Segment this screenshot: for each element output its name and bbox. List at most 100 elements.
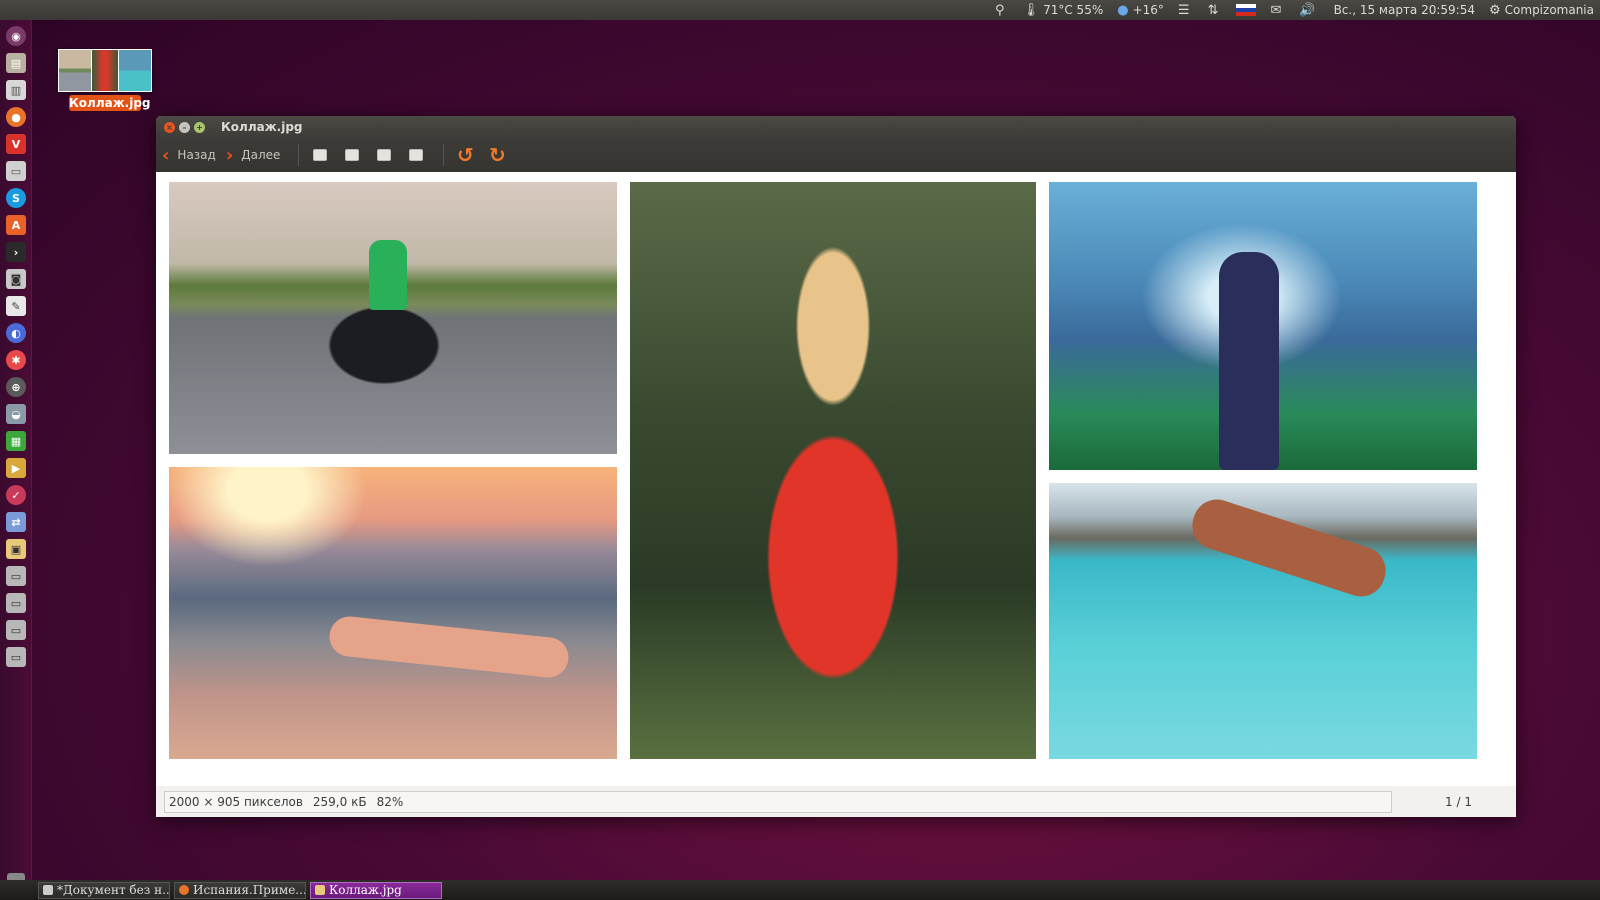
envelope-icon: ✉ [1270,2,1282,18]
collage-photo-car [169,182,617,454]
desktop-file-icon[interactable]: Коллаж.jpg [58,49,152,111]
weather-globe-icon: ● [1117,2,1129,18]
zoom-normal-icon [377,149,392,161]
task-label: *Документ без н... [57,883,170,897]
zoom-normal-button[interactable] [371,143,397,167]
media-icon[interactable]: ▶ [6,458,26,478]
document-icon [43,885,53,895]
collage-photo-beach [169,467,617,759]
disk-icon[interactable]: ▭ [6,593,26,613]
disk-icon[interactable]: ▭ [6,620,26,640]
rotate-left-button[interactable]: ↺ [452,143,478,167]
gear-icon: ⚙ [1489,2,1501,18]
rotate-right-button[interactable]: ↻ [484,143,510,167]
window-title: Коллаж.jpg [221,120,303,134]
statusbar: 2000 × 905 пикселов 259,0 кБ 82% 1 / 1 [156,786,1516,817]
status-info: 2000 × 905 пикселов 259,0 кБ 82% [164,790,1392,813]
document-icon[interactable]: ▥ [6,80,26,100]
folder-icon[interactable]: ▭ [6,161,26,181]
chevron-right-icon: › [225,144,234,166]
screenshot-icon[interactable]: ◙ [6,269,26,289]
image-thumbnail [58,49,152,92]
titlebar[interactable]: × – + Коллаж.jpg [156,116,1516,138]
datetime-readout: Вс., 15 марта 20:59:54 [1333,3,1475,17]
task-document[interactable]: *Документ без н... [38,881,170,899]
task-label: Коллаж.jpg [329,883,402,897]
indicator-menu[interactable]: ☰ [1178,3,1194,18]
image-viewer-icon [315,885,325,895]
indicator-datetime[interactable]: Вс., 15 марта 20:59:54 [1334,3,1475,17]
software-center-icon[interactable]: A [6,215,26,235]
spreadsheet-icon[interactable]: ▦ [6,431,26,451]
collage-photo-red-dress [630,182,1036,759]
disk-icon[interactable]: ▭ [6,647,26,667]
back-button[interactable]: ‹ Назад [162,145,216,166]
list-menu-icon: ☰ [1177,2,1190,18]
zoom-out-icon [345,149,360,161]
speaker-icon: 🔊 [1299,2,1316,18]
keyboard-layout-flag-icon[interactable] [1236,3,1257,17]
disk-icon[interactable]: ▭ [6,566,26,586]
indicator-temperature[interactable]: 🌡 71°C 55% [1023,3,1104,18]
session-user: Compizomania [1504,3,1594,17]
indicator-network[interactable]: ⇅ [1208,3,1223,18]
top-panel: ⚲ 🌡 71°C 55% ● +16° ☰ ⇅ ✉ 🔊 Вс., 15 марта … [0,0,1600,20]
drive-icon[interactable]: ◒ [6,404,26,424]
toolbar-divider [298,144,300,166]
dash-home-icon[interactable]: ◉ [6,26,26,46]
chevron-left-icon: ‹ [162,144,170,166]
maximize-icon[interactable]: + [194,121,205,133]
minimize-icon[interactable]: – [179,121,190,133]
zoom-in-button[interactable] [307,143,333,167]
taskbar: *Документ без н... Испания.Приме... Колл… [0,880,1600,900]
image-viewer-icon[interactable]: ▣ [6,539,26,559]
temperature-readout: 71°C 55% [1043,3,1104,17]
files-icon[interactable]: ▤ [6,53,26,73]
rotate-left-icon: ↺ [457,143,474,167]
image-dimensions: 2000 × 905 пикселов [169,794,303,809]
network-arrows-icon: ⇅ [1207,2,1219,18]
indicator-weather[interactable]: ● +16° [1117,3,1164,18]
skype-icon[interactable]: S [6,188,26,208]
desktop-file-label: Коллаж.jpg [69,95,151,111]
launcher: ◉ ▤ ▥ ● V ▭ S A › ◙ ✎ ◐ ✱ ⊕ ◒ ▦ ▶ ✓ ⇄ ▣ … [0,20,32,880]
zoom-in-icon [313,149,328,161]
close-icon[interactable]: × [164,121,175,133]
forward-label: Далее [241,148,281,162]
update-icon[interactable]: ✱ [6,350,26,370]
rotate-right-icon: ↻ [489,143,506,167]
task-image-viewer[interactable]: Коллаж.jpg [310,881,442,899]
zoom-fit-button[interactable] [403,143,429,167]
indicator-session[interactable]: ⚙ Compizomania [1489,3,1594,18]
transfer-icon[interactable]: ⇄ [6,512,26,532]
zoom-level: 82% [376,794,404,809]
firefox-icon[interactable]: ● [6,107,26,127]
location-pin-icon: ⚲ [995,2,1005,18]
image-viewer-window: × – + Коллаж.jpg ‹ Назад › Далее ↺ ↻ 200… [156,116,1516,817]
forward-button[interactable]: › Далее [226,145,281,166]
task-browser[interactable]: Испания.Приме... [174,881,306,899]
zoom-out-button[interactable] [339,143,365,167]
file-size: 259,0 кБ [312,794,367,809]
settings-icon[interactable]: ◐ [6,323,26,343]
back-label: Назад [177,148,216,162]
collage-photo-blossom-tree [1049,182,1477,470]
collage-photo-pool [1049,483,1477,759]
indicator-location[interactable]: ⚲ [995,3,1009,18]
indicator-messages[interactable]: ✉ [1270,3,1285,18]
image-canvas[interactable] [156,172,1516,786]
toolbar: ‹ Назад › Далее ↺ ↻ [156,138,1516,172]
browser-icon [179,885,189,895]
thermometer-icon: 🌡 [1022,2,1040,18]
checker-icon[interactable]: ✓ [6,485,26,505]
zoom-fit-icon [409,149,424,161]
text-editor-icon[interactable]: ✎ [6,296,26,316]
page-count: 1 / 1 [1445,794,1472,809]
task-label: Испания.Приме... [193,883,306,897]
system-icon[interactable]: ⊕ [6,377,26,397]
indicator-sound[interactable]: 🔊 [1299,3,1319,18]
toolbar-divider [443,144,445,166]
weather-readout: +16° [1132,3,1164,17]
vivaldi-icon[interactable]: V [6,134,26,154]
terminal-icon[interactable]: › [6,242,26,262]
